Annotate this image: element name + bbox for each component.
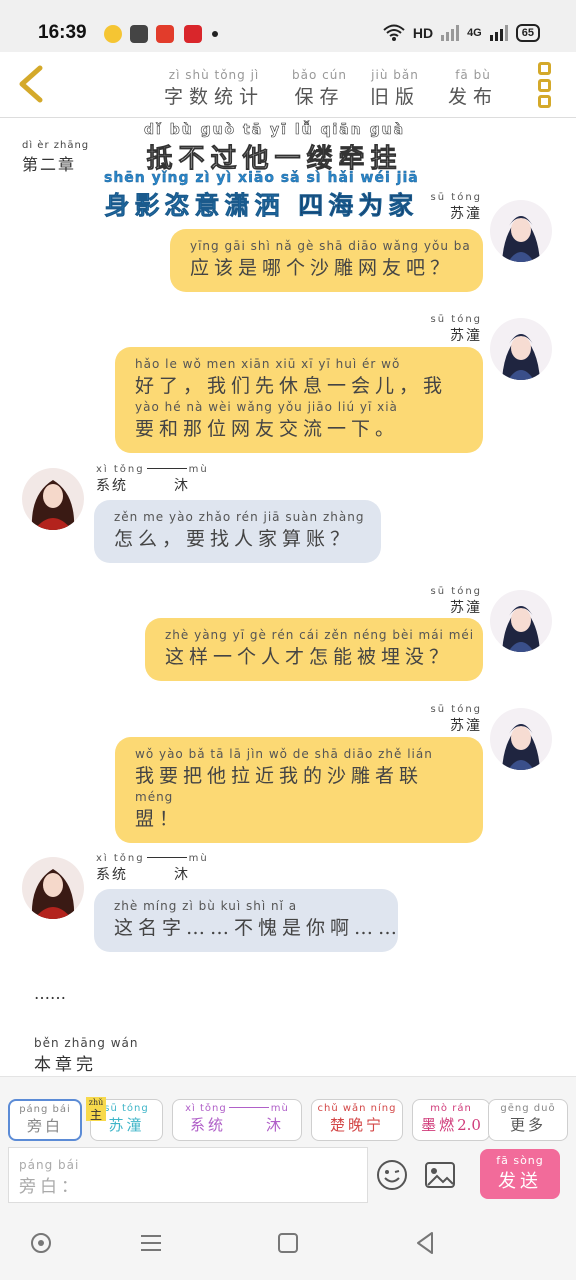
wifi-icon [383,24,405,41]
network-label: HD [412,25,434,41]
sutong-avatar[interactable] [490,708,552,770]
composer-panel: páng bái 旁白 zhǔ 主 sū tóng 苏潼 xì tǒng mù 系统… [0,1076,576,1206]
signal-label: 4G [467,27,482,39]
old-version-button[interactable]: jiù bǎn 旧版 [370,68,420,109]
back-icon[interactable] [410,1228,440,1258]
sutong-avatar[interactable] [490,318,552,380]
sutong-avatar[interactable] [490,200,552,262]
system-avatar[interactable] [22,468,84,530]
message-input[interactable]: páng bái 旁白： [8,1147,368,1203]
speaker-name: sū tóng 苏潼 [430,192,482,222]
chapter-title-line2: shēn yǐng zì yì xiāo sǎ sì hǎi wéi jiā 身… [104,170,419,221]
status-right: HD 4G 65 [383,24,540,42]
top-nav: zì shù tǒng jì 字数统计 bǎo cún 保存 jiù bǎn 旧… [0,52,576,118]
send-button[interactable]: fā sòng 发送 [480,1149,560,1199]
dot-icon [212,31,218,37]
message-bubble: wǒ yào bǎ tā lā jìn wǒ de shā diāo zhě l… [115,737,483,843]
speaker-name: sū tóng 苏潼 [430,314,482,344]
chapter-end: běn zhāng wán 本章完 [34,1036,139,1075]
image-icon[interactable] [424,1161,456,1189]
home-icon[interactable] [273,1228,303,1258]
message-bubble: zhè míng zì bù kuì shì nǐ a 这名字……不愧是你啊…… [94,889,398,952]
speaker-name: xì tǒng mù 系统沐 [96,853,209,883]
save-button[interactable]: bǎo cún 保存 [292,68,347,109]
role-tab-more[interactable]: gēng duō 更多 [488,1099,568,1141]
role-tab-system[interactable]: xì tǒng mù 系统沐 [172,1099,302,1141]
speaker-name: sū tóng 苏潼 [430,586,482,616]
signal-icon [441,25,460,41]
role-tab-narrator[interactable]: páng bái 旁白 [8,1099,82,1141]
more-menu-icon[interactable] [538,62,554,108]
system-nav-bar [0,1206,576,1280]
bulb-icon [104,25,122,43]
message-bubble: hǎo le wǒ men xiān xiū xī yī huì ér wǒ 好了… [115,347,483,453]
message-bubble: zěn me yào zhǎo rén jiā suàn zhàng 怎么，要找人… [94,500,381,563]
back-arrow-icon[interactable] [14,64,48,104]
status-bar: 16:39 HD 4G 65 [0,0,576,52]
publish-button[interactable]: fā bù 发布 [448,68,498,109]
speaker-name: xì tǒng mù 系统沐 [96,464,209,494]
assistant-icon[interactable] [26,1228,56,1258]
word-count-button[interactable]: zì shù tǒng jì 字数统计 [164,68,264,109]
message-bubble: zhè yàng yī gè rén cái zěn néng bèi mái … [145,618,483,681]
battery-icon: 65 [515,24,540,42]
status-time: 16:39 [38,22,87,43]
news-icon [184,25,202,43]
speaker-name: sū tóng 苏潼 [430,704,482,734]
role-tab-chuwanning[interactable]: chǔ wǎn níng 楚晚宁 [311,1099,403,1141]
message-bubble: yīng gāi shì nǎ gè shā diāo wǎng yǒu ba 应… [170,229,483,292]
emoji-icon[interactable] [376,1159,408,1191]
chapter-title-line1: dǐ bù guò tā yī lǚ qiān guà 抵不过他一缕牵挂 [144,122,406,175]
signal-icon-2 [489,25,508,41]
narration-ellipsis: …… [34,984,66,1003]
sutong-avatar[interactable] [490,590,552,652]
system-avatar[interactable] [22,857,84,919]
main-role-badge: zhǔ 主 [86,1097,106,1121]
weibo-icon [156,25,174,43]
role-tab-moran[interactable]: mò rán 墨燃2.0 [412,1099,490,1141]
chapter-label: dì èr zhāng 第二章 [22,140,90,174]
paw-icon [130,25,148,43]
menu-icon[interactable] [136,1228,166,1258]
